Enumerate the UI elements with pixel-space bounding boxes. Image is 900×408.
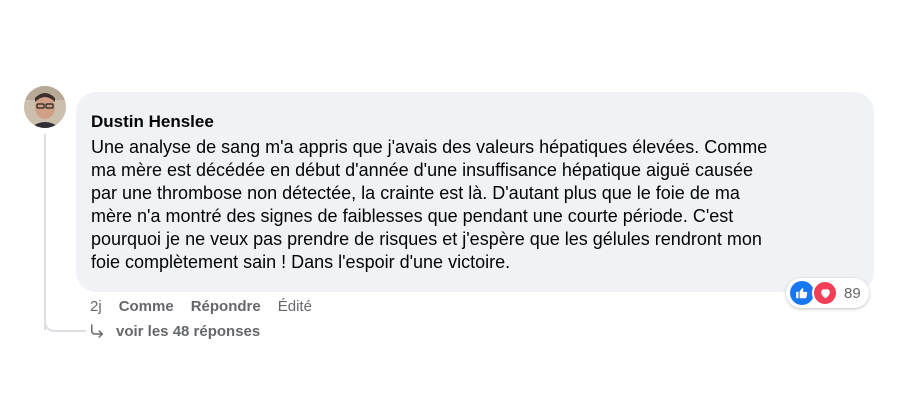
avatar-image	[24, 86, 66, 128]
comment-author[interactable]: Dustin Henslee	[91, 110, 858, 134]
reaction-summary[interactable]: 89	[786, 278, 869, 308]
avatar[interactable]	[24, 86, 66, 128]
edited-label: Édité	[277, 298, 312, 315]
like-button[interactable]: Comme	[119, 298, 174, 315]
comment-actions: 2j Comme Répondre Édité	[90, 298, 329, 315]
view-replies-label[interactable]: voir les 48 réponses	[116, 323, 260, 340]
like-icon	[790, 281, 814, 305]
reaction-count: 89	[844, 284, 861, 302]
thread-line	[44, 134, 46, 330]
love-icon	[812, 280, 838, 306]
comment-text: Une analyse de sang m'a appris que j'ava…	[91, 137, 768, 272]
reply-arrow-icon	[91, 324, 103, 338]
reply-button[interactable]: Répondre	[191, 298, 261, 315]
thread-elbow	[44, 316, 86, 332]
view-replies[interactable]: voir les 48 réponses	[88, 322, 260, 340]
comment-bubble: Dustin Henslee Une analyse de sang m'a a…	[76, 92, 874, 292]
timestamp[interactable]: 2j	[90, 298, 102, 315]
